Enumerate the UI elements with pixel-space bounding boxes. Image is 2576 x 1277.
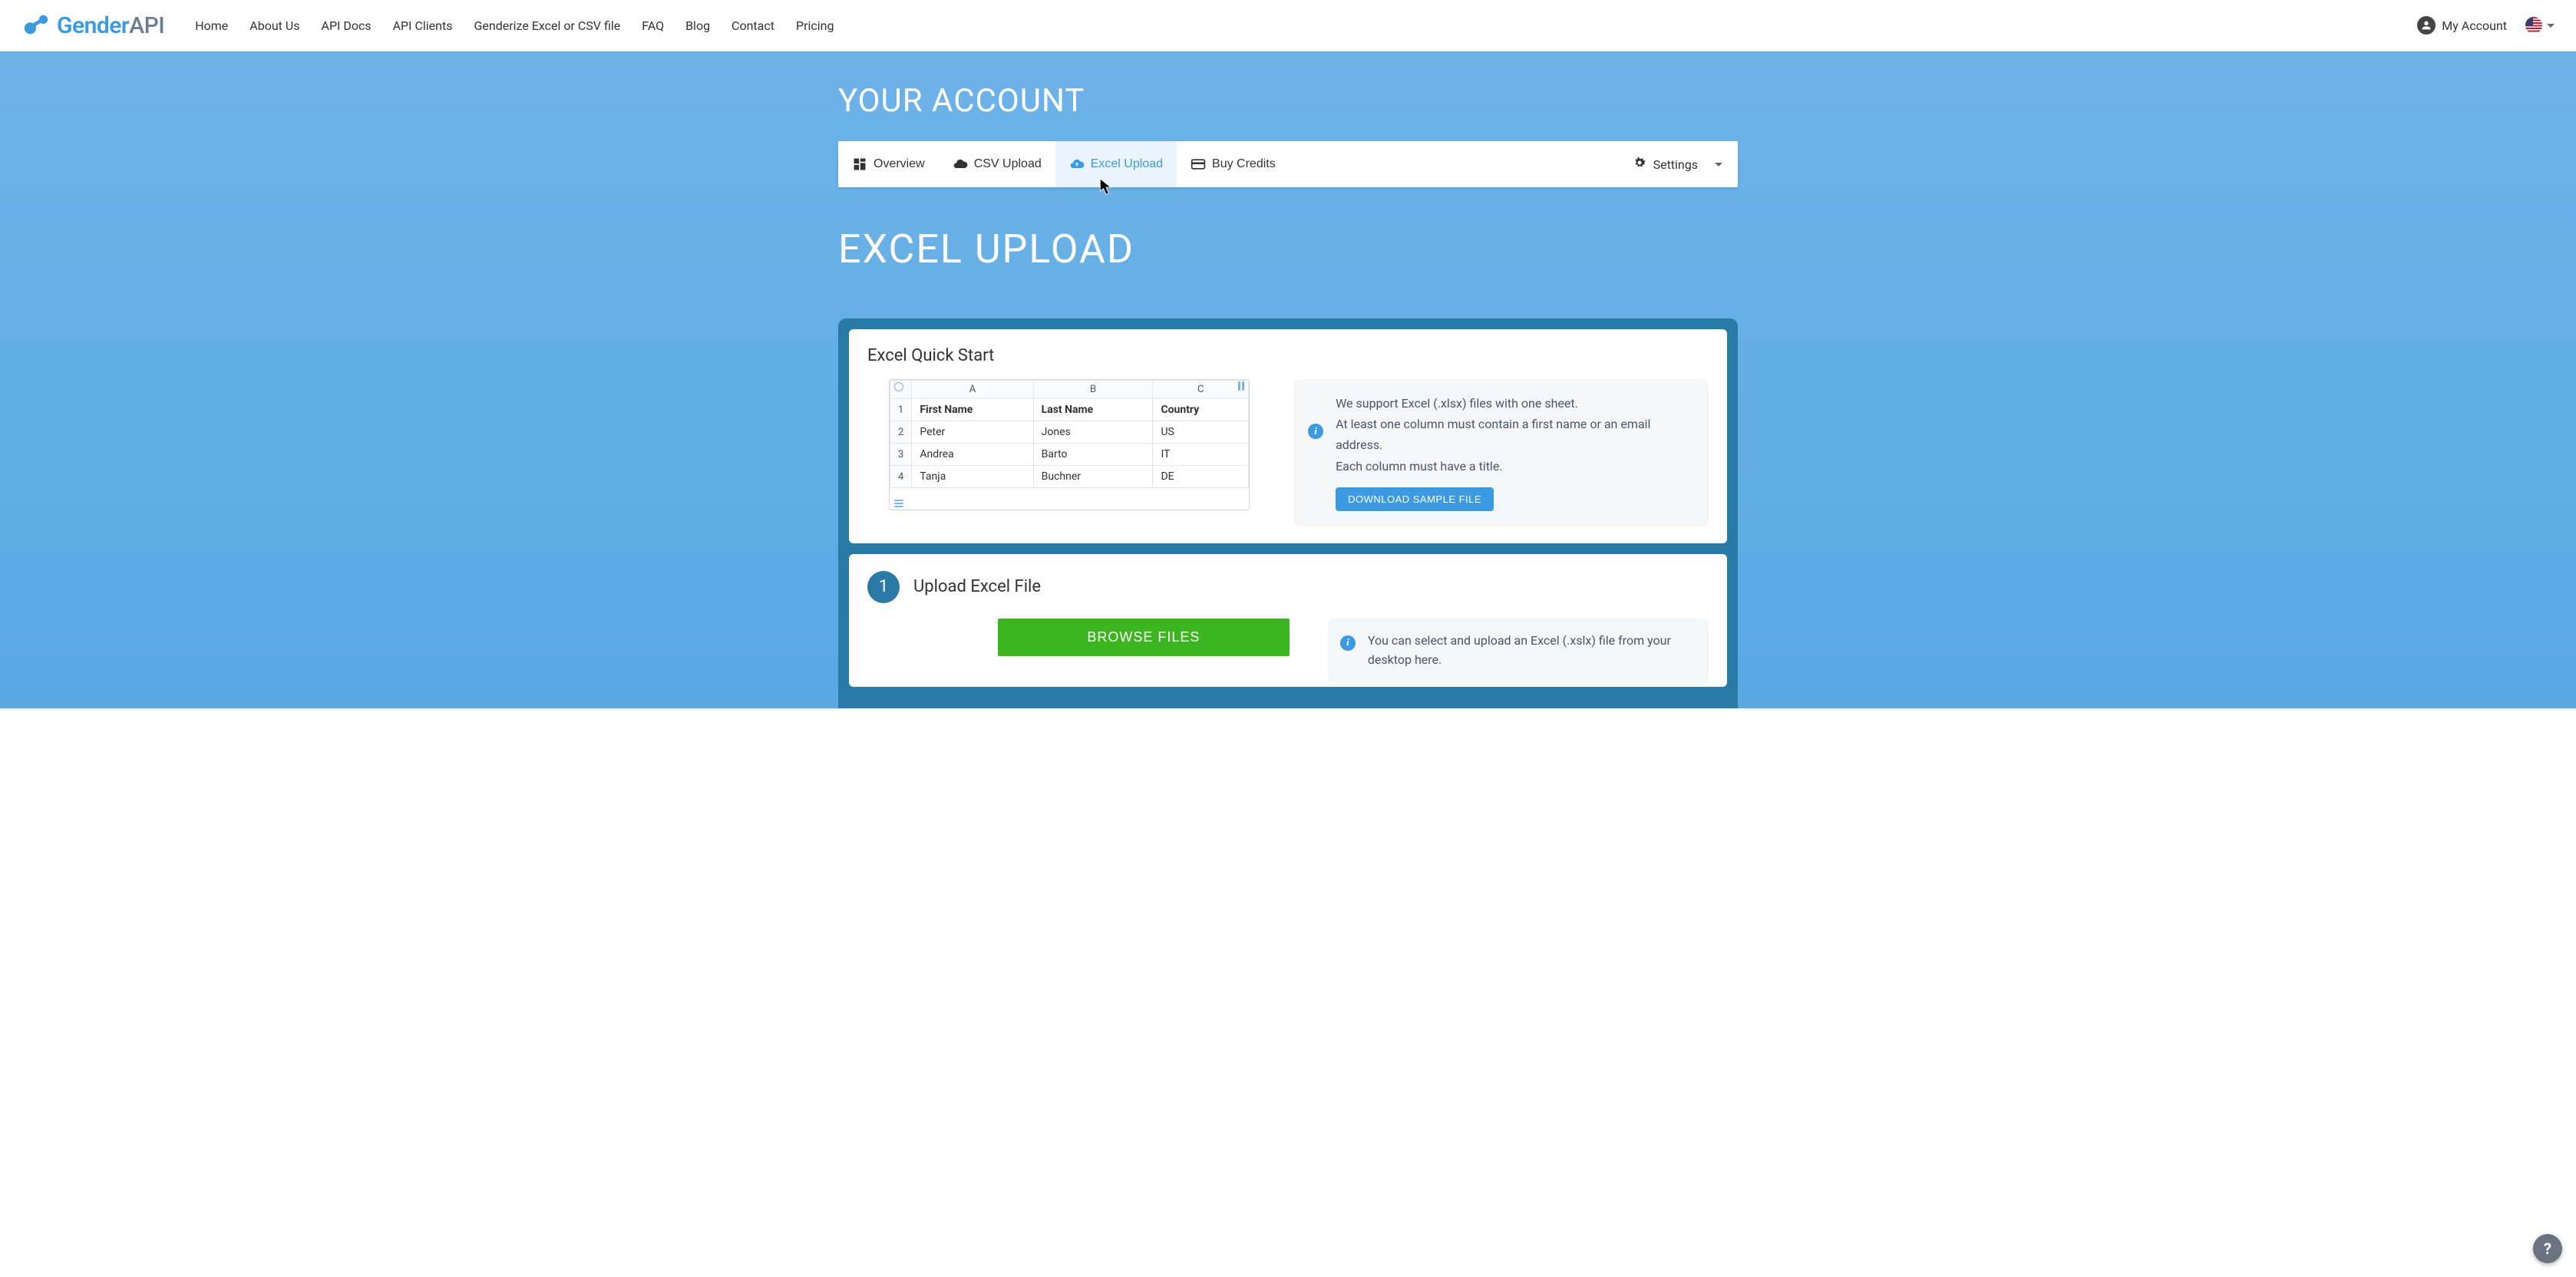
cell: Last Name — [1033, 399, 1153, 421]
row-number: 1 — [890, 399, 912, 421]
cloud-upload-icon — [1069, 157, 1085, 172]
nav-faq[interactable]: FAQ — [642, 18, 664, 33]
cell: Barto — [1033, 444, 1153, 466]
us-flag-icon — [2525, 17, 2542, 34]
row-number: 3 — [890, 444, 912, 466]
tab-csv-label: CSV Upload — [974, 157, 1042, 171]
sheet-decoration-icon — [1238, 381, 1244, 391]
browse-files-button[interactable]: BROWSE FILES — [998, 619, 1290, 656]
top-header: GenderAPI Home About Us API Docs API Cli… — [0, 0, 2576, 51]
upload-step-card: 1 Upload Excel File BROWSE FILES i You c… — [849, 554, 1727, 687]
quickstart-card: Excel Quick Start A B — [849, 329, 1727, 543]
step-title: Upload Excel File — [913, 577, 1041, 596]
cell: Tanja — [912, 466, 1033, 488]
settings-dropdown[interactable]: Settings — [1617, 141, 1738, 187]
nav-blog[interactable]: Blog — [685, 18, 710, 33]
settings-label: Settings — [1653, 157, 1698, 172]
help-button[interactable]: ? — [2533, 1234, 2562, 1263]
sheet-decoration-icon — [894, 500, 903, 507]
gear-icon — [1632, 155, 1647, 173]
main-nav: Home About Us API Docs API Clients Gende… — [195, 18, 2417, 33]
info-text: We support Excel (.xlsx) files with one … — [1336, 393, 1692, 414]
user-icon — [2417, 16, 2436, 35]
tab-csv-upload[interactable]: CSV Upload — [939, 141, 1055, 187]
section-title: EXCEL UPLOAD — [838, 226, 1738, 272]
logo-text: GenderAPI — [57, 12, 164, 39]
download-sample-button[interactable]: DOWNLOAD SAMPLE FILE — [1336, 487, 1494, 511]
my-account-link[interactable]: My Account — [2417, 16, 2507, 35]
info-text: At least one column must contain a first… — [1336, 414, 1692, 455]
sample-spreadsheet: A B C 1 First Name Last Name — [889, 379, 1250, 510]
cell: Peter — [912, 421, 1033, 444]
nav-pricing[interactable]: Pricing — [796, 18, 834, 33]
cell: IT — [1153, 444, 1249, 466]
row-number: 2 — [890, 421, 912, 444]
page-title: YOUR ACCOUNT — [838, 82, 1738, 120]
tab-overview-label: Overview — [874, 157, 925, 171]
info-text: You can select and upload an Excel (.xsl… — [1368, 633, 1671, 668]
chevron-down-icon — [1715, 163, 1722, 167]
nav-apidocs[interactable]: API Docs — [322, 18, 372, 33]
nav-about[interactable]: About Us — [249, 18, 299, 33]
info-text: Each column must have a title. — [1336, 456, 1692, 477]
tab-overview[interactable]: Overview — [838, 141, 939, 187]
tab-excel-label: Excel Upload — [1091, 157, 1163, 171]
cell: Jones — [1033, 421, 1153, 444]
header-right: My Account — [2417, 16, 2555, 35]
step-number-badge: 1 — [867, 571, 900, 603]
col-letter: B — [1033, 381, 1153, 399]
my-account-label: My Account — [2442, 18, 2507, 33]
dashboard-icon — [852, 157, 867, 172]
info-icon: i — [1308, 424, 1323, 439]
chevron-down-icon — [2547, 24, 2555, 28]
cell: Country — [1153, 399, 1249, 421]
nav-contact[interactable]: Contact — [732, 18, 774, 33]
info-icon: i — [1340, 635, 1356, 651]
cell: US — [1153, 421, 1249, 444]
logo-icon — [21, 11, 51, 40]
account-tabs: Overview CSV Upload Excel Upload Buy Cre… — [838, 141, 1738, 187]
cell: First Name — [912, 399, 1033, 421]
quickstart-title: Excel Quick Start — [867, 346, 1709, 365]
tab-credits-label: Buy Credits — [1212, 157, 1276, 171]
cell: DE — [1153, 466, 1249, 488]
cell: Buchner — [1033, 466, 1153, 488]
hero-section: YOUR ACCOUNT Overview CSV Upload Excel U… — [0, 51, 2576, 708]
nav-genderize[interactable]: Genderize Excel or CSV file — [474, 18, 620, 33]
col-letter: A — [912, 381, 1033, 399]
content-panel: Excel Quick Start A B — [838, 318, 1738, 708]
language-selector[interactable] — [2525, 17, 2555, 34]
quickstart-info: i We support Excel (.xlsx) files with on… — [1294, 379, 1709, 526]
nav-home[interactable]: Home — [195, 18, 228, 33]
upload-info: i You can select and upload an Excel (.x… — [1328, 619, 1709, 682]
row-number: 4 — [890, 466, 912, 488]
col-letter: C — [1153, 381, 1249, 399]
credit-card-icon — [1191, 157, 1206, 172]
tab-buy-credits[interactable]: Buy Credits — [1177, 141, 1290, 187]
nav-apiclients[interactable]: API Clients — [393, 18, 453, 33]
cloud-upload-icon — [953, 157, 968, 172]
cell: Andrea — [912, 444, 1033, 466]
sheet-decoration-icon — [894, 382, 903, 391]
tab-excel-upload[interactable]: Excel Upload — [1055, 141, 1177, 187]
logo[interactable]: GenderAPI — [21, 11, 164, 40]
